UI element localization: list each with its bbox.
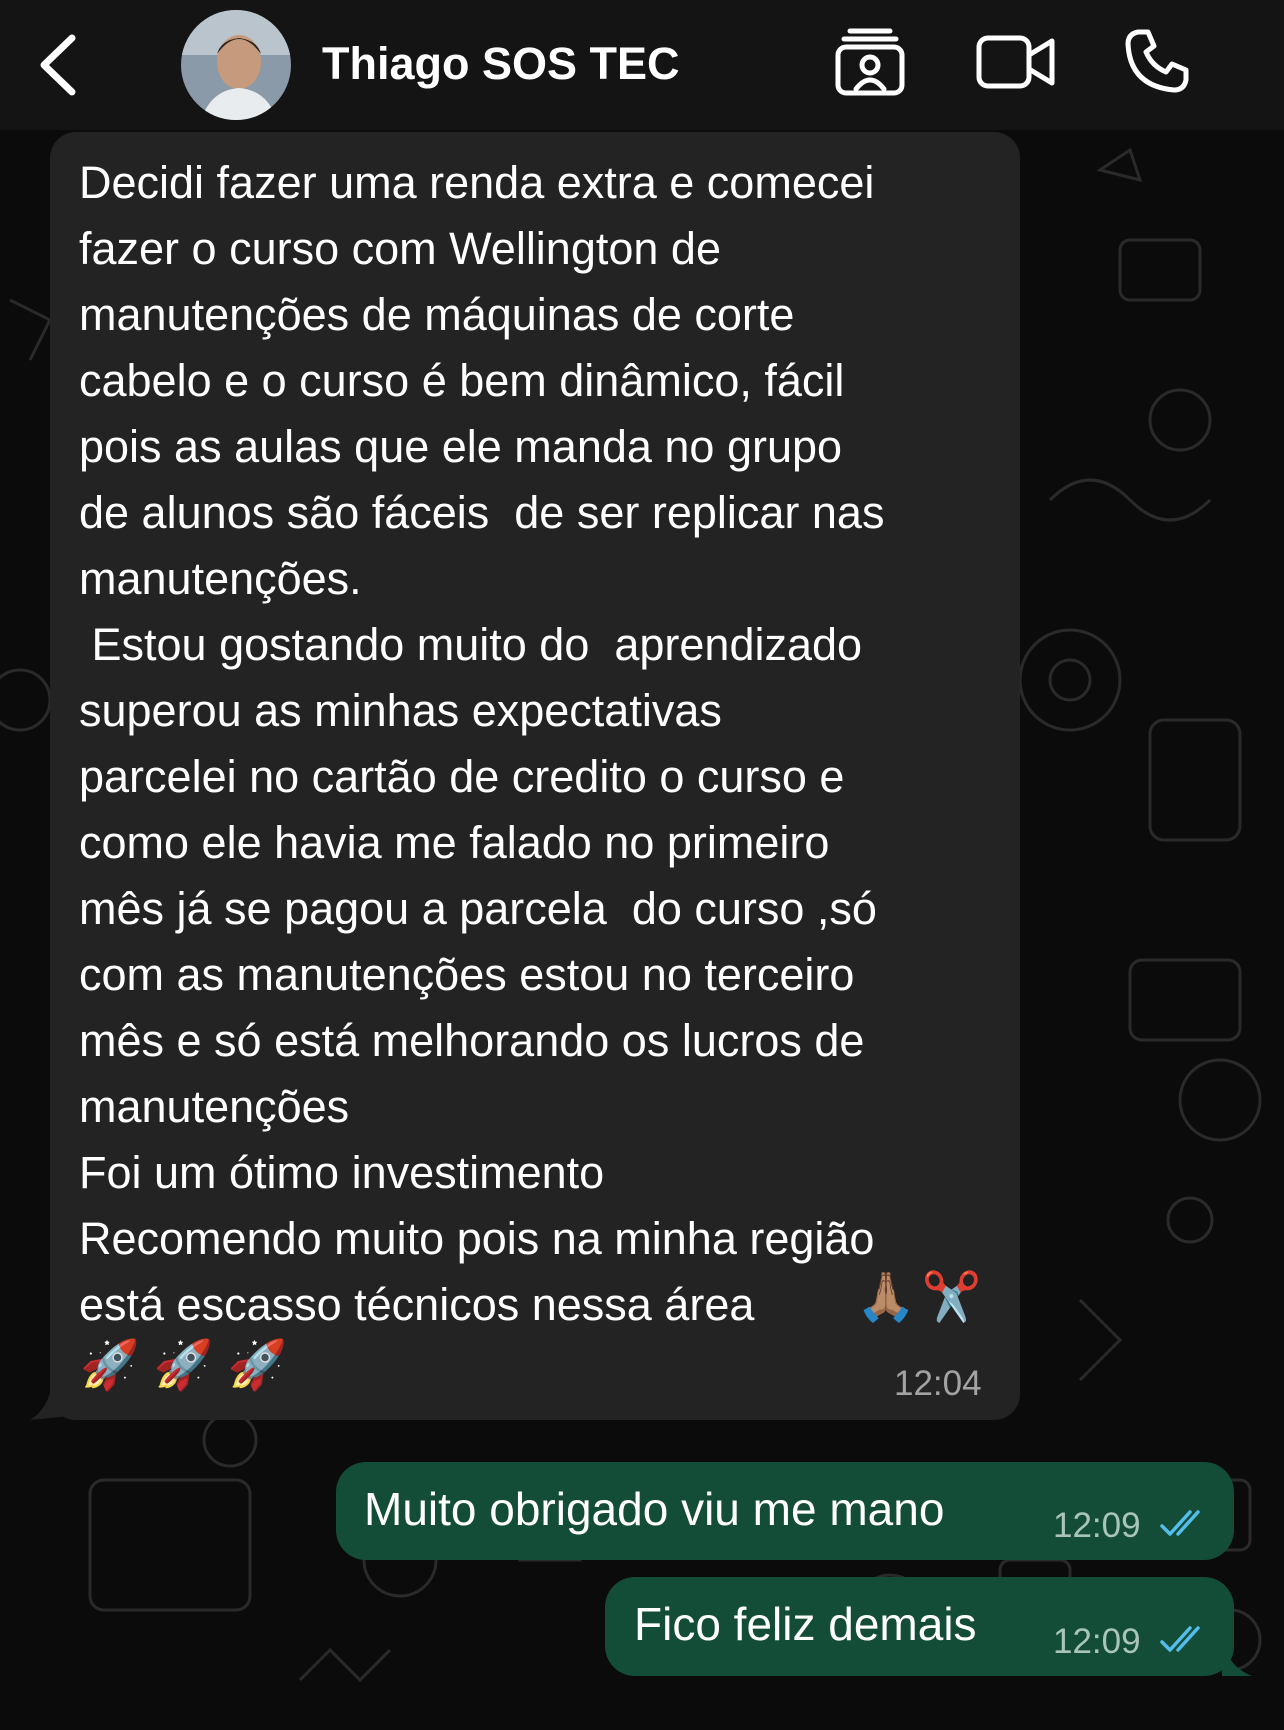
double-check-icon [1160, 1626, 1200, 1652]
double-check-icon [1160, 1510, 1200, 1536]
message-timestamp: 12:09 [1053, 1506, 1141, 1545]
outgoing-message-text: Fico feliz demais [634, 1598, 977, 1650]
chat-header: Thiago SOS TEC [0, 0, 1284, 130]
contact-name[interactable]: Thiago SOS TEC [322, 38, 680, 90]
contact-card-icon[interactable] [834, 25, 906, 97]
phone-icon[interactable] [1124, 28, 1190, 94]
emoji-rockets: 🚀🚀🚀 [80, 1339, 302, 1392]
message-timestamp: 12:04 [894, 1364, 982, 1403]
message-timestamp: 12:09 [1053, 1622, 1141, 1661]
chevron-left-icon[interactable] [30, 30, 90, 100]
outgoing-message-text: Muito obrigado viu me mano [364, 1483, 945, 1535]
incoming-message-text: Decidi fazer uma renda extra e comecei f… [79, 157, 885, 1330]
emoji-pray-scissors: 🙏🏽✂️ [856, 1271, 988, 1324]
video-camera-icon[interactable] [976, 33, 1056, 91]
avatar[interactable] [181, 10, 291, 120]
